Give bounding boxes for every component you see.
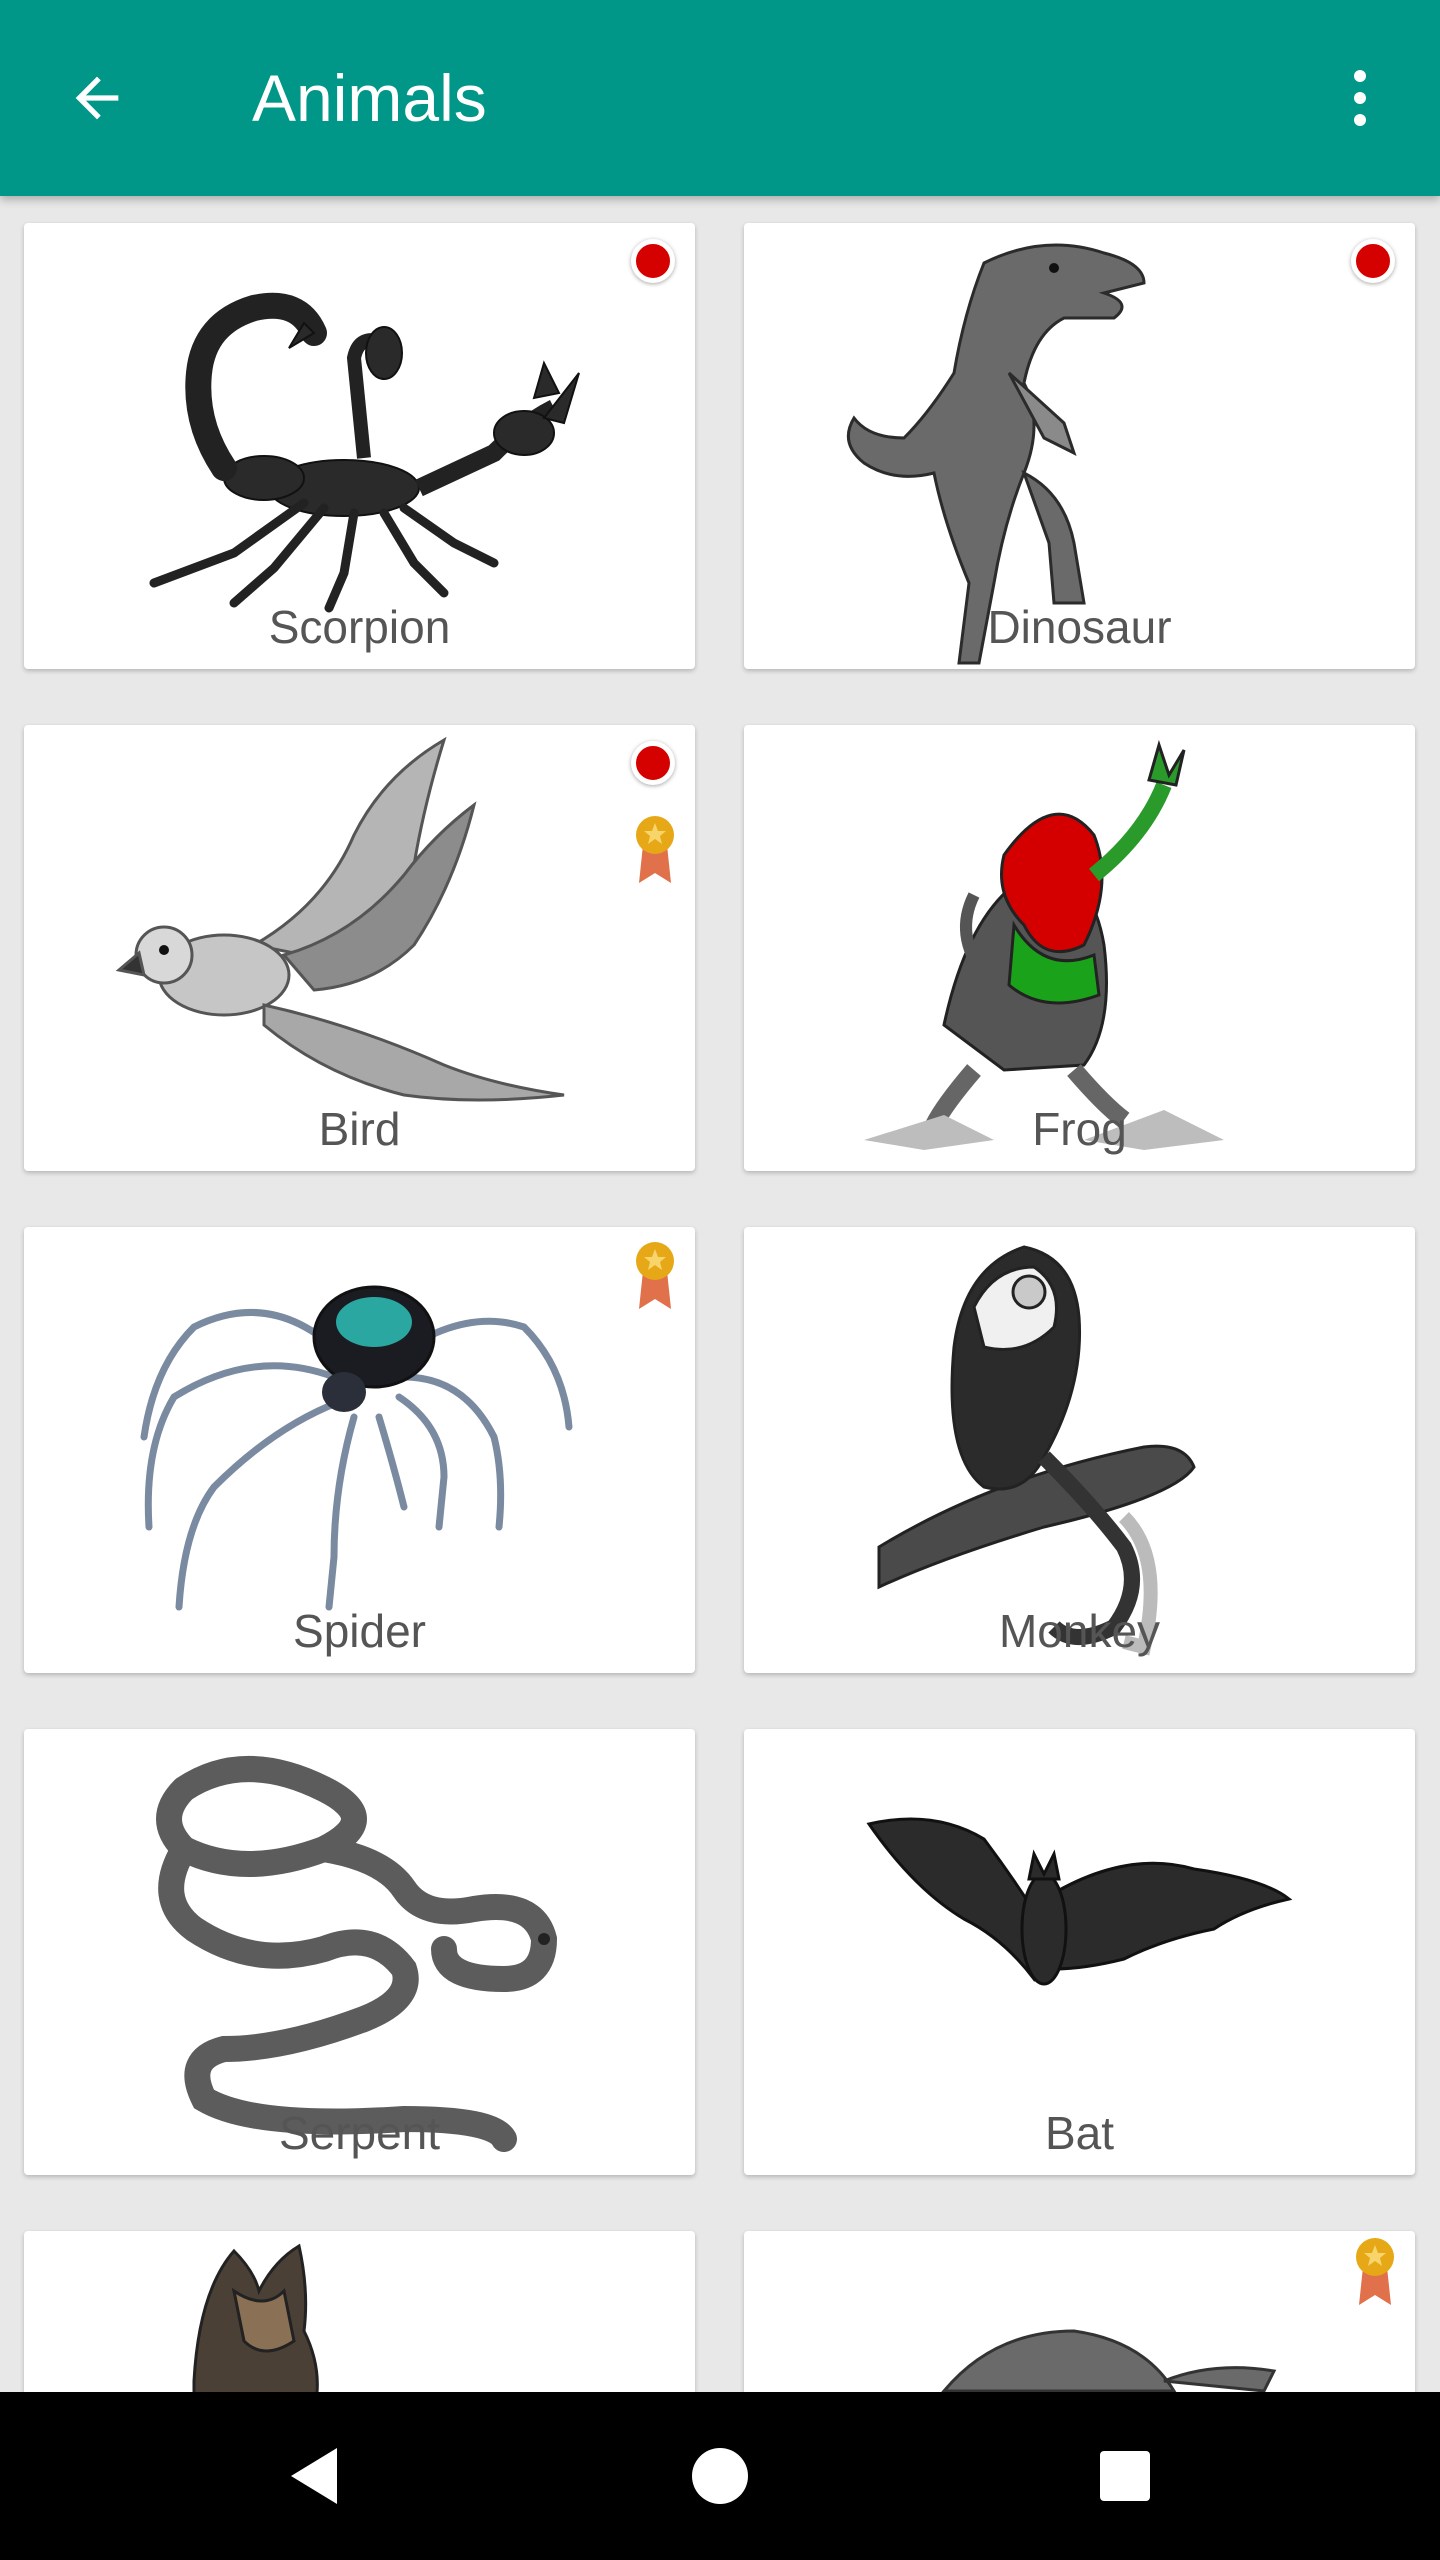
award-medal-icon [636,816,674,883]
page-title: Animals [252,61,487,135]
card-label: Scorpion [268,601,451,653]
square-recents-icon [1100,2451,1150,2501]
card-label: Dinosaur [987,601,1172,653]
more-options-button[interactable] [1330,58,1390,138]
card-bat[interactable]: Bat [744,1729,1415,2175]
award-medal-icon [636,1242,674,1309]
card-scorpion[interactable]: Scorpion [24,223,695,669]
card-spider[interactable]: Spider [24,1227,695,1673]
card-serpent[interactable]: Serpent [24,1729,695,2175]
card-label: Frog [1032,1103,1127,1155]
card-next-animal[interactable] [744,2231,1415,2392]
card-label: Monkey [998,1605,1161,1657]
award-medal-icon [1356,2238,1394,2305]
back-button[interactable] [52,58,142,138]
dog-image [192,2243,319,2392]
more-vert-icon [1354,70,1366,126]
new-badge-dot [631,239,675,283]
animal-grid: Scorpion Dinosaur Bird Frog Spider Monke… [0,196,1440,2392]
nav-recents-button[interactable] [1075,2426,1175,2526]
nav-home-button[interactable] [670,2426,770,2526]
arrow-left-icon [75,76,119,120]
card-frog[interactable]: Frog [744,725,1415,1171]
system-nav-bar [0,2392,1440,2560]
app-bar: Animals [0,0,1440,196]
card-bird[interactable]: Bird [24,725,695,1171]
app-root: Animals Scorpion Dinosaur Bird Frog Spid… [0,0,1440,2560]
new-badge-dot [631,741,675,785]
circle-home-icon [692,2448,748,2504]
card-dinosaur[interactable]: Dinosaur [744,223,1415,669]
card-label: Bird [318,1103,401,1155]
card-label: Serpent [278,2107,441,2159]
new-badge-dot [1351,239,1395,283]
card-dog[interactable] [24,2231,695,2392]
nav-back-button[interactable] [265,2426,365,2526]
card-label: Bat [1044,2107,1115,2159]
card-monkey[interactable]: Monkey [744,1227,1415,1673]
card-label: Spider [293,1605,426,1657]
animal-image [941,2329,1277,2392]
triangle-back-icon [291,2448,337,2504]
